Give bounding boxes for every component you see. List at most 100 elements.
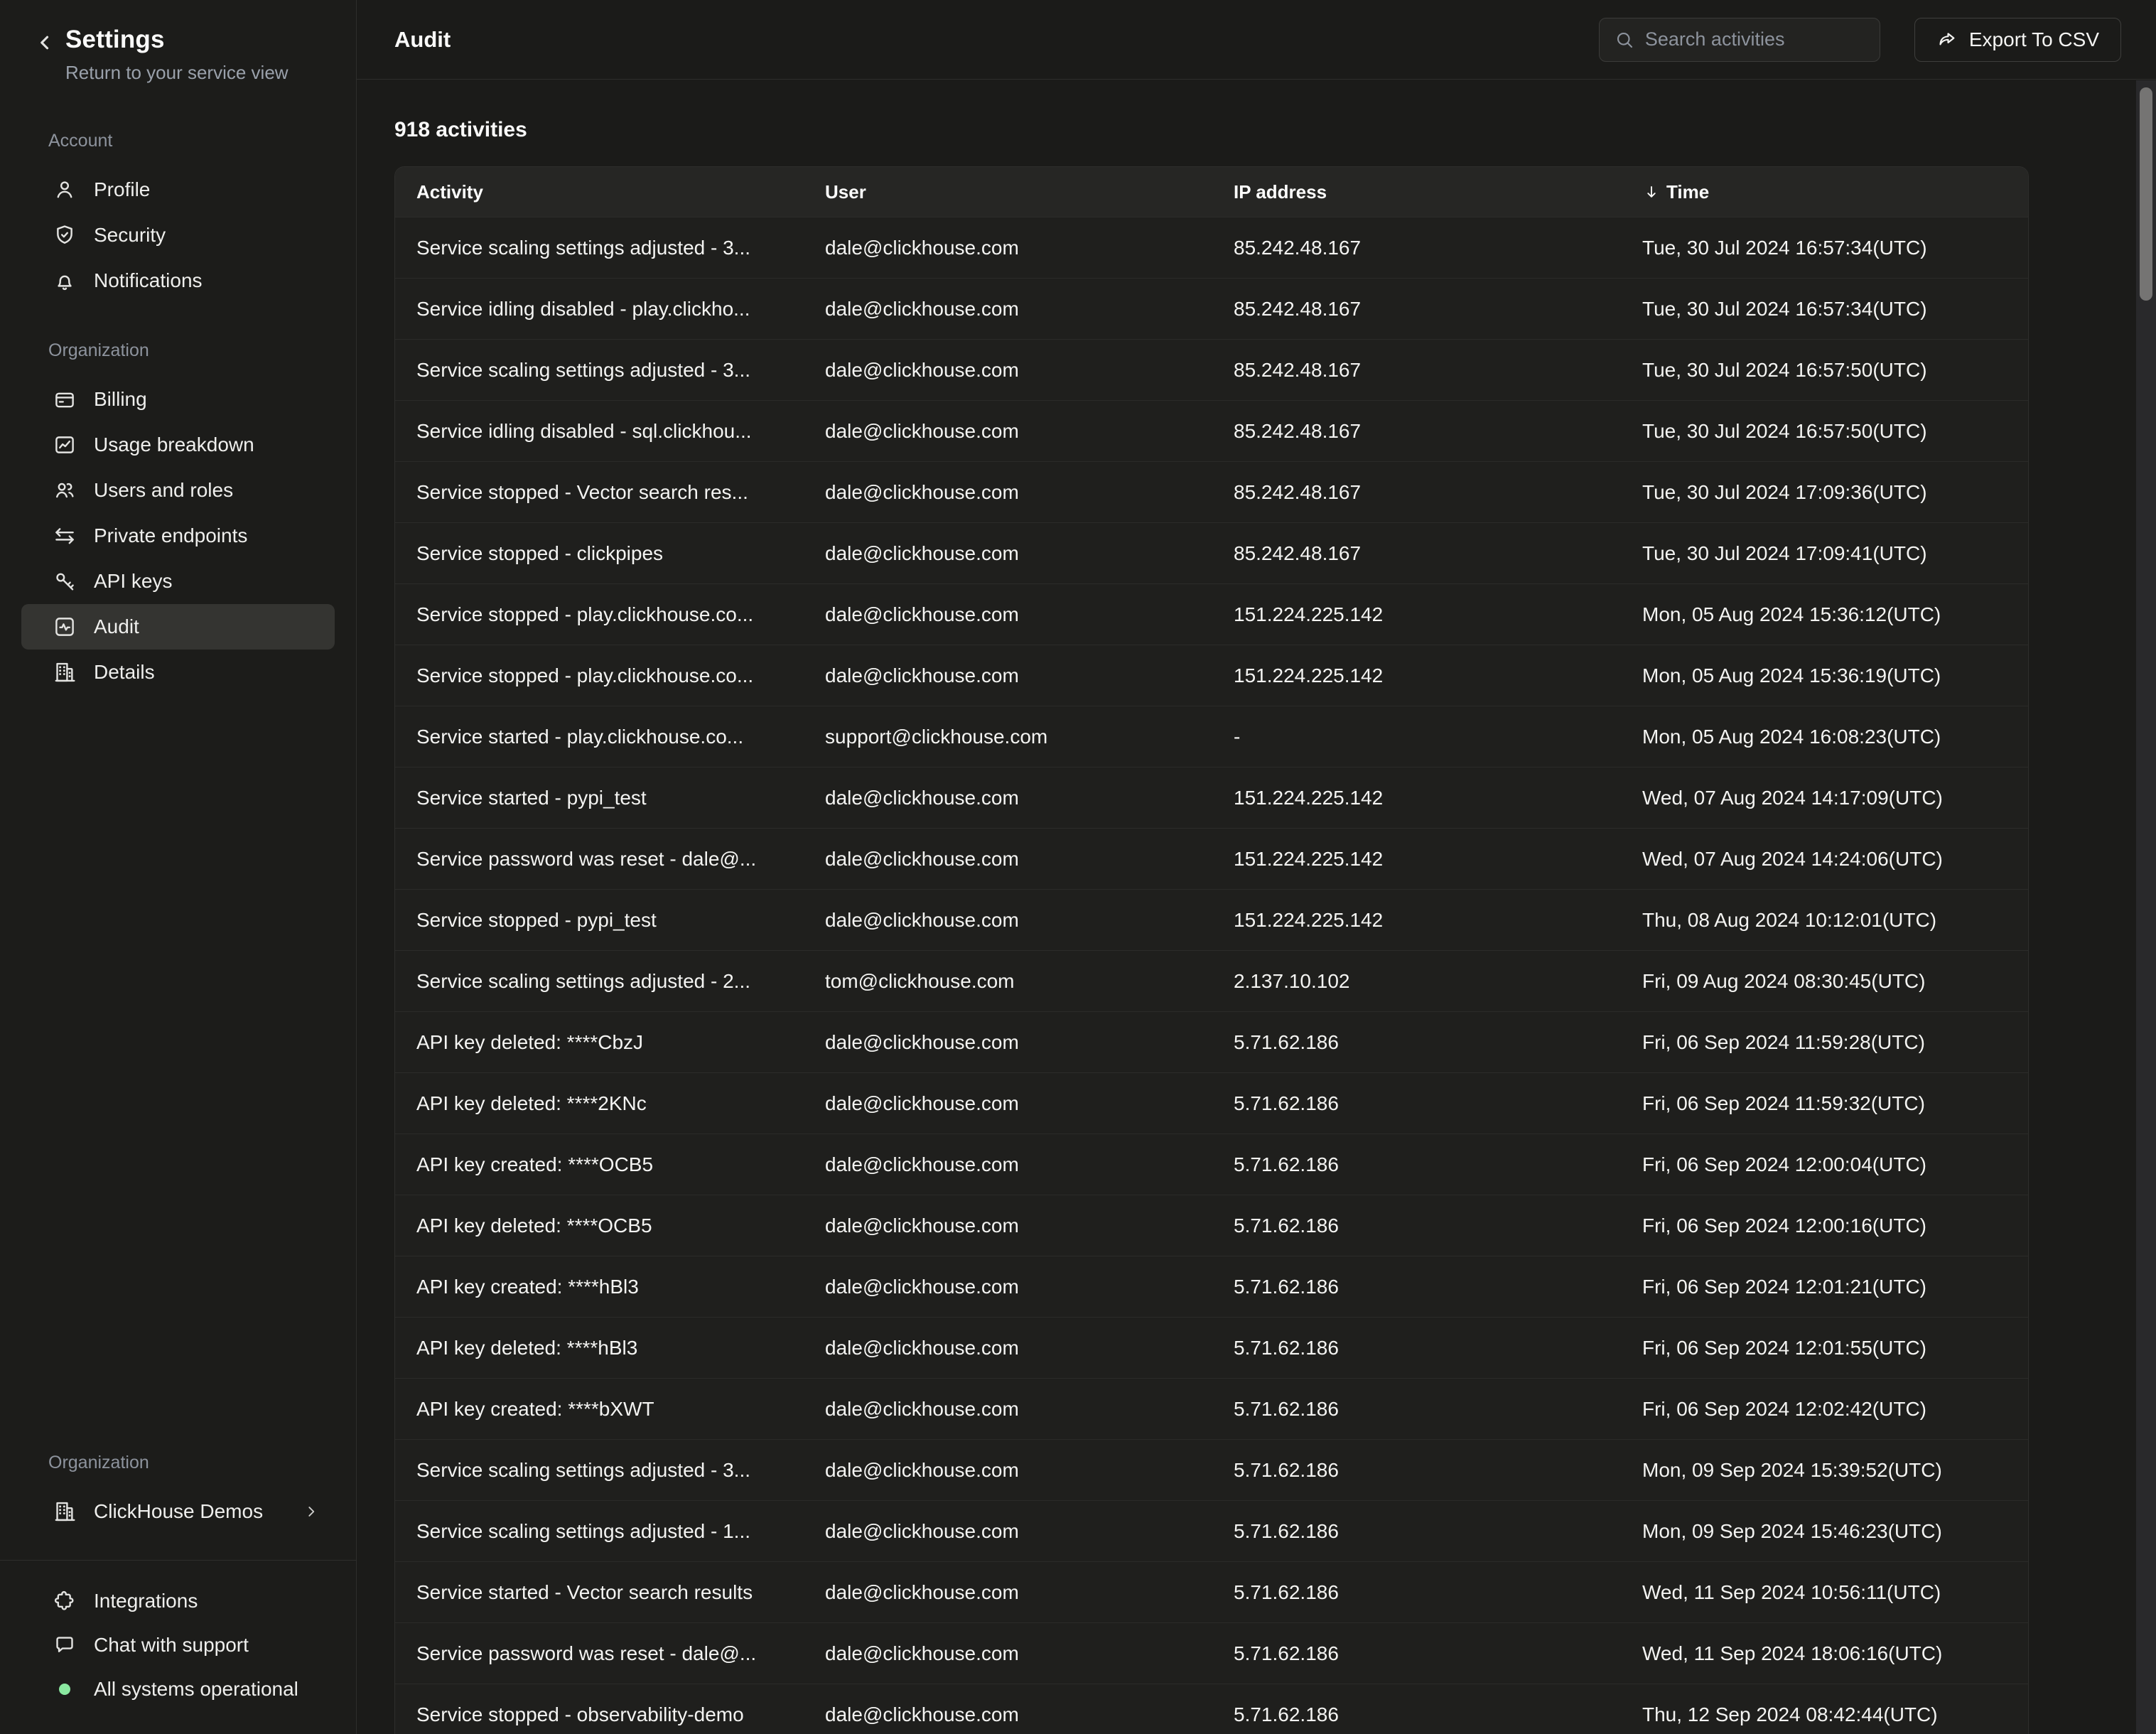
column-header-user: User [804, 181, 1212, 203]
user-cell: dale@clickhouse.com [804, 359, 1212, 382]
sidebar-item-audit[interactable]: Audit [21, 604, 335, 650]
footer-item-chat-with-support[interactable]: Chat with support [21, 1623, 335, 1667]
activity-cell: Service idling disabled - sql.clickhou..… [395, 420, 804, 443]
time-cell: Tue, 30 Jul 2024 17:09:41(UTC) [1621, 542, 2029, 565]
shield-icon [53, 223, 77, 247]
ip-cell: 151.224.225.142 [1212, 787, 1621, 809]
activity-cell: API key created: ****hBl3 [395, 1276, 804, 1298]
table-header-row: Activity User IP address Time [395, 167, 2028, 217]
time-cell: Tue, 30 Jul 2024 17:09:36(UTC) [1621, 481, 2029, 504]
sidebar-item-label: Profile [94, 178, 150, 201]
table-row: Service stopped - play.clickhouse.co...d… [395, 583, 2028, 645]
sidebar-item-label: API keys [94, 570, 172, 593]
org-switcher-block: Organization ClickHouse Demos [0, 1453, 356, 1560]
time-cell: Thu, 12 Sep 2024 08:42:44(UTC) [1621, 1703, 2029, 1726]
building-icon [53, 1499, 77, 1524]
return-to-service-link[interactable]: Return to your service view [65, 62, 328, 84]
activity-cell: Service scaling settings adjusted - 1... [395, 1520, 804, 1543]
activity-cell: Service stopped - play.clickhouse.co... [395, 603, 804, 626]
bell-icon [53, 269, 77, 293]
time-cell: Mon, 05 Aug 2024 15:36:12(UTC) [1621, 603, 2029, 626]
ip-cell: 5.71.62.186 [1212, 1459, 1621, 1482]
column-header-activity: Activity [395, 181, 804, 203]
puzzle-icon [53, 1589, 77, 1613]
chat-icon [53, 1633, 77, 1657]
section-label: Account [0, 131, 356, 151]
users-icon [53, 478, 77, 502]
footer-item-label: All systems operational [94, 1678, 298, 1701]
ip-cell: 5.71.62.186 [1212, 1520, 1621, 1543]
sidebar-item-security[interactable]: Security [21, 212, 335, 258]
activity-cell: Service stopped - Vector search res... [395, 481, 804, 504]
user-cell: dale@clickhouse.com [804, 787, 1212, 809]
table-row: API key created: ****OCB5dale@clickhouse… [395, 1133, 2028, 1195]
time-cell: Fri, 06 Sep 2024 11:59:28(UTC) [1621, 1031, 2029, 1054]
sidebar-item-api-keys[interactable]: API keys [21, 559, 335, 604]
activity-cell: API key created: ****OCB5 [395, 1153, 804, 1176]
status-dot [59, 1684, 70, 1695]
sidebar-item-profile[interactable]: Profile [21, 167, 335, 212]
time-cell: Tue, 30 Jul 2024 16:57:34(UTC) [1621, 237, 2029, 259]
sidebar-item-private-endpoints[interactable]: Private endpoints [21, 513, 335, 559]
ip-cell: 151.224.225.142 [1212, 848, 1621, 871]
sidebar-item-label: Details [94, 661, 155, 684]
vertical-scrollbar-thumb[interactable] [2140, 87, 2152, 301]
table-row: Service scaling settings adjusted - 3...… [395, 339, 2028, 400]
user-cell: dale@clickhouse.com [804, 1215, 1212, 1237]
time-cell: Fri, 09 Aug 2024 08:30:45(UTC) [1621, 970, 2029, 993]
sidebar-item-billing[interactable]: Billing [21, 377, 335, 422]
user-cell: dale@clickhouse.com [804, 664, 1212, 687]
table-body: Service scaling settings adjusted - 3...… [395, 217, 2028, 1734]
time-cell: Mon, 05 Aug 2024 16:08:23(UTC) [1621, 726, 2029, 748]
section-label: Organization [0, 340, 356, 361]
footer-item-integrations[interactable]: Integrations [21, 1579, 335, 1623]
search-box[interactable] [1599, 18, 1880, 62]
app-window: Settings Return to your service view Acc… [0, 0, 2156, 1734]
time-cell: Wed, 07 Aug 2024 14:17:09(UTC) [1621, 787, 2029, 809]
page-header: Audit Export To CSV [357, 0, 2156, 80]
chart-icon [53, 433, 77, 457]
back-button[interactable] [33, 31, 57, 55]
search-input[interactable] [1645, 28, 1865, 50]
user-cell: dale@clickhouse.com [804, 1398, 1212, 1421]
export-csv-label: Export To CSV [1969, 28, 2099, 51]
user-cell: dale@clickhouse.com [804, 237, 1212, 259]
table-row: Service stopped - pypi_testdale@clickhou… [395, 889, 2028, 950]
table-row: Service started - Vector search resultsd… [395, 1561, 2028, 1622]
ip-cell: 85.242.48.167 [1212, 359, 1621, 382]
sidebar-item-details[interactable]: Details [21, 650, 335, 695]
time-cell: Fri, 06 Sep 2024 12:02:42(UTC) [1621, 1398, 2029, 1421]
footer-item-label: Chat with support [94, 1634, 249, 1657]
org-switcher[interactable]: ClickHouse Demos [21, 1489, 335, 1534]
sidebar-item-notifications[interactable]: Notifications [21, 258, 335, 303]
footer-item-all-systems-operational[interactable]: All systems operational [21, 1667, 335, 1711]
activity-cell: API key deleted: ****hBl3 [395, 1337, 804, 1359]
activity-cell: Service idling disabled - play.clickho..… [395, 298, 804, 321]
ip-cell: 85.242.48.167 [1212, 298, 1621, 321]
time-cell: Fri, 06 Sep 2024 12:01:21(UTC) [1621, 1276, 2029, 1298]
activity-cell: Service scaling settings adjusted - 2... [395, 970, 804, 993]
column-header-ip: IP address [1212, 181, 1621, 203]
ip-cell: 5.71.62.186 [1212, 1398, 1621, 1421]
time-cell: Wed, 11 Sep 2024 10:56:11(UTC) [1621, 1581, 2029, 1604]
column-header-time[interactable]: Time [1621, 181, 2029, 203]
audit-content: 918 activities Activity User IP address … [357, 80, 2156, 1734]
table-row: API key deleted: ****CbzJdale@clickhouse… [395, 1011, 2028, 1072]
table-row: Service scaling settings adjusted - 1...… [395, 1500, 2028, 1561]
wallet-icon [53, 387, 77, 411]
time-cell: Tue, 30 Jul 2024 16:57:50(UTC) [1621, 359, 2029, 382]
sidebar-header: Settings Return to your service view [0, 0, 356, 84]
activity-cell: Service started - pypi_test [395, 787, 804, 809]
activity-cell: Service started - Vector search results [395, 1581, 804, 1604]
table-row: Service scaling settings adjusted - 3...… [395, 217, 2028, 278]
activities-count: 918 activities [394, 118, 2156, 142]
sidebar-item-users-and-roles[interactable]: Users and roles [21, 468, 335, 513]
sidebar-item-usage-breakdown[interactable]: Usage breakdown [21, 422, 335, 468]
activity-cell: Service stopped - play.clickhouse.co... [395, 664, 804, 687]
vertical-scrollbar-track[interactable] [2136, 80, 2156, 1734]
table-row: Service stopped - observability-demodale… [395, 1684, 2028, 1734]
export-csv-button[interactable]: Export To CSV [1914, 18, 2121, 62]
ip-cell: 5.71.62.186 [1212, 1276, 1621, 1298]
activity-cell: Service scaling settings adjusted - 3... [395, 359, 804, 382]
nav-section-account: Account Profile SecurityNotifications [0, 131, 356, 303]
